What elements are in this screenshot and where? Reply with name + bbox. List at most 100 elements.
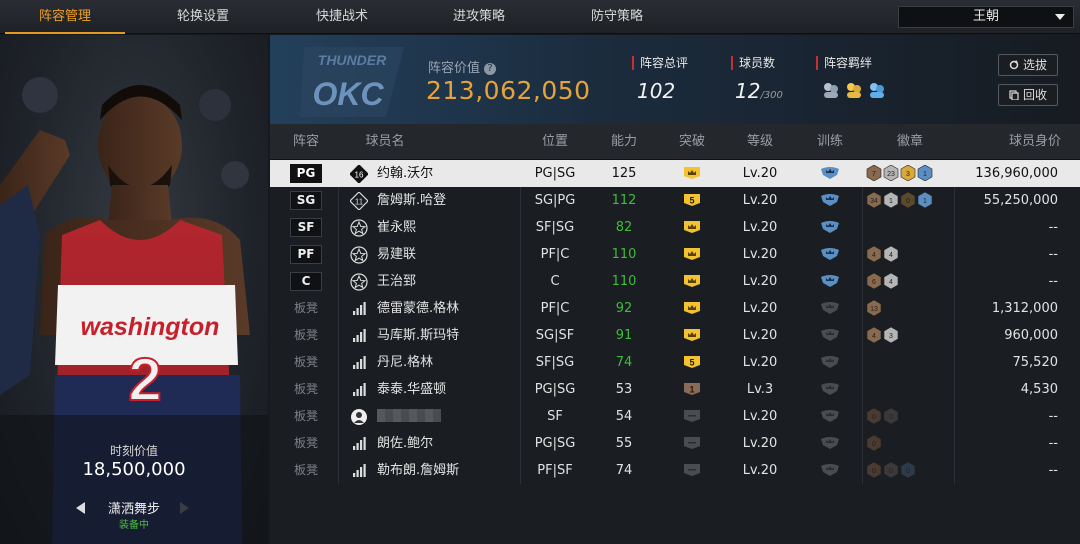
badges-cell[interactable]: 0 0 0 <box>866 457 956 484</box>
table-row[interactable]: SF 崔永熙 SF|SG 82 Lv.20 -- <box>270 214 1080 241</box>
player-level: Lv.20 <box>742 463 778 478</box>
badges-cell[interactable] <box>866 214 956 241</box>
breakthrough-cell[interactable]: 1 <box>682 376 702 403</box>
training-cell[interactable] <box>818 187 842 214</box>
svg-text:1: 1 <box>923 198 927 205</box>
badges-cell[interactable]: 34 1 0 1 <box>866 187 956 214</box>
badges-cell[interactable]: 00 <box>866 403 956 430</box>
breakthrough-cell[interactable] <box>682 160 702 187</box>
player-name[interactable]: 詹姆斯.哈登 <box>377 187 446 214</box>
star-icon <box>350 273 368 291</box>
recycle-button[interactable]: 回收 <box>998 84 1058 106</box>
breakthrough-cell[interactable] <box>682 241 702 268</box>
select-button[interactable]: 选拔 <box>998 54 1058 76</box>
player-name[interactable]: 约翰.沃尔 <box>377 160 433 187</box>
table-row[interactable]: SG 11 詹姆斯.哈登 SG|PG 112 5 Lv.20 34 1 0 1 55,250,000 <box>270 187 1080 214</box>
tab-lineup[interactable]: 阵容管理 <box>5 0 125 34</box>
training-icon <box>821 275 839 287</box>
player-name[interactable]: 丹尼.格林 <box>377 349 433 376</box>
player-name[interactable]: 朗佐.鲍尔 <box>377 430 433 457</box>
svg-text:4: 4 <box>872 252 876 259</box>
table-row[interactable]: 板凳 马库斯.斯玛特 SG|SF 91 Lv.20 4 3 960,000 <box>270 322 1080 349</box>
training-cell[interactable] <box>818 268 842 295</box>
player-position: PF|C <box>540 247 570 262</box>
player-name[interactable]: 泰泰.华盛顿 <box>377 376 446 403</box>
badges-cell[interactable] <box>866 349 956 376</box>
badges-cell[interactable]: 64 <box>866 268 956 295</box>
training-cell[interactable] <box>818 295 842 322</box>
table-row[interactable]: 板凳 德雷蒙德.格林 PF|C 92 Lv.20 13 1,312,000 <box>270 295 1080 322</box>
player-name[interactable]: 马库斯.斯玛特 <box>377 322 459 349</box>
table-row[interactable]: 板凳 勒布朗.詹姆斯 PF|SF 74 Lv.20 0 0 0 -- <box>270 457 1080 484</box>
signal-bars-icon <box>353 464 366 477</box>
player-name[interactable]: 易建联 <box>377 241 416 268</box>
svg-text:5: 5 <box>689 196 694 206</box>
breakthrough-cell[interactable]: 5 <box>682 349 702 376</box>
table-row[interactable]: 板凳 朗佐.鲍尔 PG|SG 55 Lv.20 0 -- <box>270 430 1080 457</box>
breakthrough-cell[interactable] <box>682 457 702 484</box>
table-row[interactable]: 板凳 丹尼.格林 SF|SG 74 5 Lv.20 75,520 <box>270 349 1080 376</box>
signal-bars-icon <box>353 383 366 396</box>
training-cell[interactable] <box>818 403 842 430</box>
help-icon[interactable]: ? <box>484 63 497 75</box>
player-name[interactable] <box>377 403 441 430</box>
table-row[interactable]: PF 易建联 PF|C 110 Lv.20 4 4 -- <box>270 241 1080 268</box>
position-slot-badge[interactable]: SF <box>290 218 322 237</box>
training-cell[interactable] <box>818 457 842 484</box>
table-row[interactable]: C 王治郅 C 110 Lv.20 6 4 -- <box>270 268 1080 295</box>
training-cell[interactable] <box>818 376 842 403</box>
badges-cell[interactable]: 13 <box>866 295 956 322</box>
player-name[interactable]: 崔永熙 <box>377 214 416 241</box>
tab-rotation[interactable]: 轮换设置 <box>143 0 263 34</box>
position-slot-badge[interactable]: PF <box>290 245 322 264</box>
badges-cell[interactable] <box>866 376 956 403</box>
breakthrough-cell[interactable] <box>682 268 702 295</box>
training-cell[interactable] <box>818 160 842 187</box>
badges-cell[interactable]: 43 <box>866 322 956 349</box>
training-cell[interactable] <box>818 241 842 268</box>
player-position: SG|PG <box>534 193 576 208</box>
training-icon <box>821 383 839 395</box>
tab-defense[interactable]: 防守策略 <box>557 0 677 34</box>
table-row[interactable]: 板凳 SF 54 Lv.20 0 0 -- <box>270 403 1080 430</box>
player-type-icon-cell: 16 <box>349 164 369 184</box>
team-dropdown-value: 王朝 <box>972 9 999 24</box>
tab-quick-tactics[interactable]: 快捷战术 <box>282 0 402 34</box>
breakthrough-cell[interactable] <box>682 322 702 349</box>
col-training: 训练 <box>816 134 843 149</box>
badges-cell[interactable]: 44 <box>866 241 956 268</box>
bond-icons[interactable] <box>822 80 892 102</box>
tab-offense[interactable]: 进攻策略 <box>419 0 539 34</box>
player-level: Lv.3 <box>746 382 774 397</box>
jersey-text: washington <box>81 313 220 341</box>
position-slot-badge[interactable]: PG <box>290 164 322 183</box>
logo-top-text: THUNDER <box>318 52 387 68</box>
svg-text:0: 0 <box>872 414 876 421</box>
position-slot-badge[interactable]: C <box>290 272 322 291</box>
badge-icon: 1 <box>917 164 933 182</box>
bond-icon-3 <box>870 83 884 98</box>
table-row[interactable]: PG 16 约翰.沃尔 PG|SG 125 Lv.20 7 23 3 1 136,960,000 <box>270 160 1080 187</box>
player-name[interactable]: 王治郅 <box>377 268 416 295</box>
breakthrough-cell[interactable] <box>682 214 702 241</box>
badges-cell[interactable]: 7 23 3 1 <box>866 160 956 187</box>
svg-text:23: 23 <box>887 171 895 178</box>
player-type-icon-cell <box>350 246 368 264</box>
breakthrough-cell[interactable]: 5 <box>682 187 702 214</box>
roster-table-header: 阵容 球员名 位置 能力 突破 等级 训练 徽章 球员身价 <box>270 124 1080 160</box>
badges-cell[interactable]: 0 <box>866 430 956 457</box>
breakthrough-cell[interactable] <box>682 403 702 430</box>
training-cell[interactable] <box>818 322 842 349</box>
player-name[interactable]: 勒布朗.詹姆斯 <box>377 457 459 484</box>
training-cell[interactable] <box>818 214 842 241</box>
table-row[interactable]: 板凳 泰泰.华盛顿 PG|SG 53 1 Lv.3 4,530 <box>270 376 1080 403</box>
position-slot-badge[interactable]: SG <box>290 191 322 210</box>
training-cell[interactable] <box>818 349 842 376</box>
breakthrough-cell[interactable] <box>682 295 702 322</box>
player-name[interactable]: 德雷蒙德.格林 <box>377 295 459 322</box>
player-type-icon-cell <box>350 327 368 345</box>
team-dropdown[interactable]: 王朝 <box>898 6 1074 28</box>
breakthrough-cell[interactable] <box>682 430 702 457</box>
player-ability: 82 <box>615 220 633 235</box>
training-cell[interactable] <box>818 430 842 457</box>
